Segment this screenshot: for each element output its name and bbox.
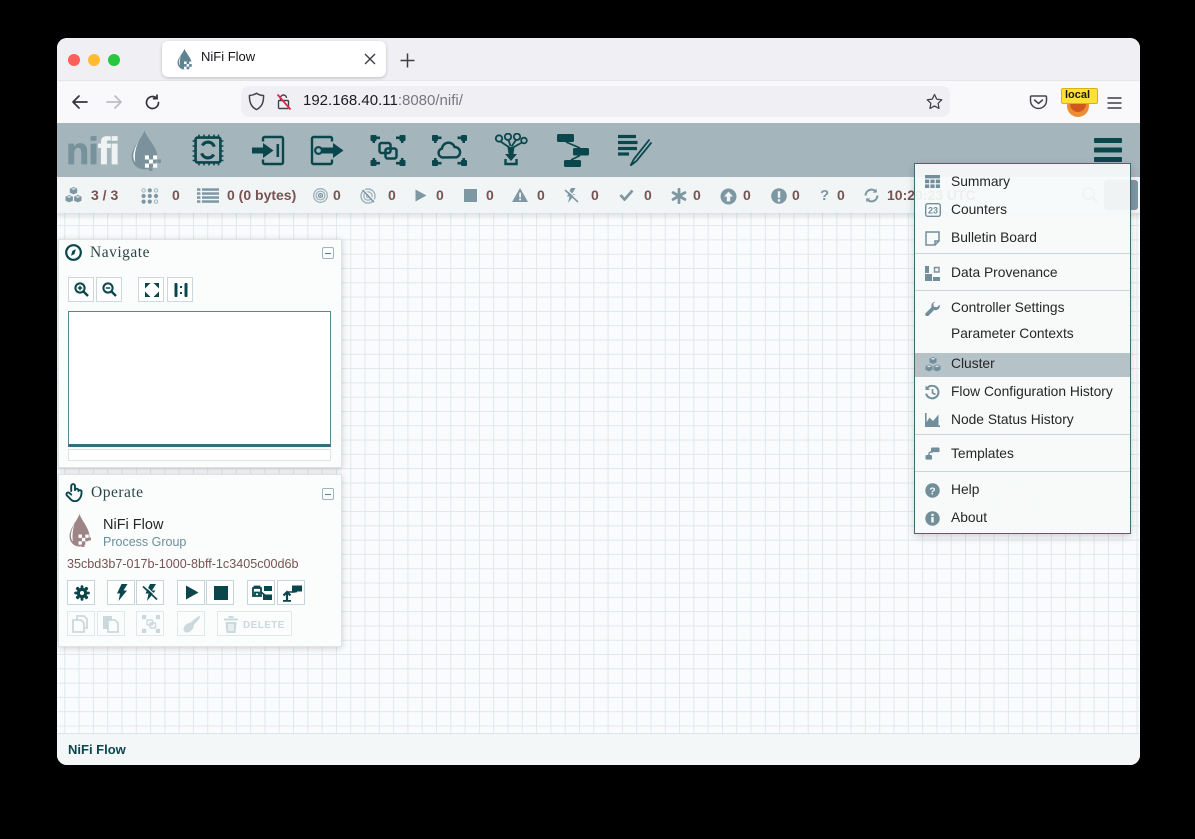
svg-text:23: 23 [928,205,938,215]
svg-text:?: ? [929,485,935,497]
